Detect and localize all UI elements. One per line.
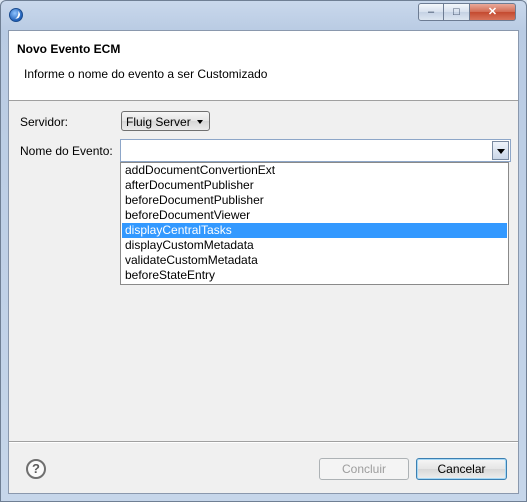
wizard-header: Novo Evento ECM Informe o nome do evento… [9,31,518,101]
minimize-button[interactable]: – [418,3,444,21]
dropdown-item[interactable]: addDocumentConvertionExt [122,163,507,178]
app-icon [9,8,23,22]
cancel-button[interactable]: Cancelar [416,458,507,480]
dropdown-item[interactable]: beforeDocumentPublisher [122,193,507,208]
chevron-down-icon [197,120,203,124]
dropdown-item[interactable]: displayCentralTasks [122,223,507,238]
finish-button[interactable]: Concluir [319,458,409,480]
dialog-content: Novo Evento ECM Informe o nome do evento… [8,30,519,494]
close-button[interactable]: ✕ [470,3,516,21]
help-icon[interactable]: ? [26,459,46,479]
event-name-combo[interactable] [120,139,511,162]
dialog-window: – □ ✕ Novo Evento ECM Informe o nome do … [0,0,527,502]
dropdown-item[interactable]: afterDocumentPublisher [122,178,507,193]
event-dropdown-button[interactable] [492,141,509,160]
footer-divider [9,441,518,443]
server-label: Servidor: [20,115,69,129]
server-select-value: Fluig Server [126,115,191,129]
server-select[interactable]: Fluig Server [121,111,210,131]
event-dropdown-list[interactable]: addDocumentConvertionExt afterDocumentPub… [120,162,509,285]
page-title: Novo Evento ECM [17,42,121,56]
event-name-label: Nome do Evento: [20,144,113,158]
maximize-button[interactable]: □ [444,3,470,21]
dropdown-item[interactable]: displayCustomMetadata [122,238,507,253]
dropdown-item[interactable]: validateCustomMetadata [122,253,507,268]
event-name-input[interactable] [123,142,493,159]
dropdown-item[interactable]: beforeDocumentViewer [122,208,507,223]
page-description: Informe o nome do evento a ser Customiza… [24,67,268,81]
dropdown-item[interactable]: beforeStateEntry [122,268,507,283]
title-bar[interactable]: – □ ✕ [1,1,526,29]
